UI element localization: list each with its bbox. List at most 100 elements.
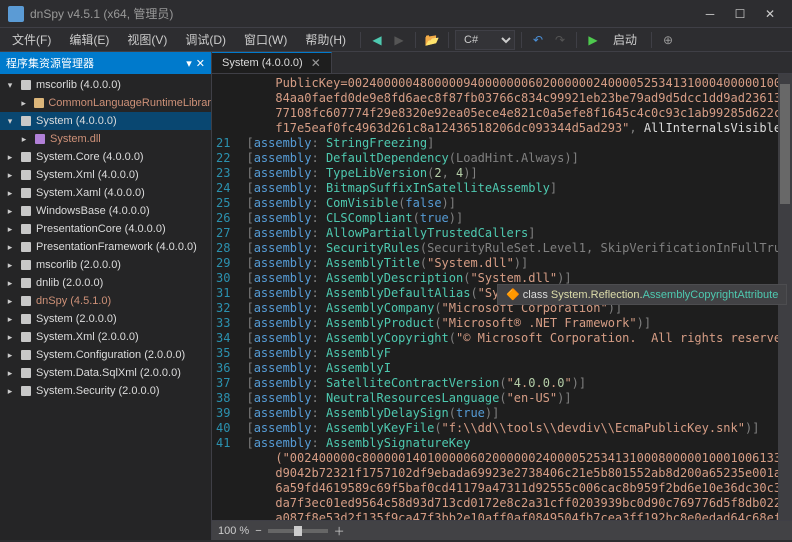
tree-twisty-icon[interactable]: ▸ [4,350,16,361]
tree-label: System.Security (2.0.0.0) [36,385,160,397]
assembly-icon [19,366,33,380]
code-editor[interactable]: 2122232425262728293031323334353637383940… [212,74,792,520]
tree-label: System.Configuration (2.0.0.0) [36,349,185,361]
tree-item[interactable]: ▸System.Xaml (4.0.0.0) [0,184,211,202]
minimize-button[interactable]: ─ [696,4,724,24]
tree-twisty-icon[interactable]: ▸ [4,152,16,163]
tree-twisty-icon[interactable]: ▸ [4,188,16,199]
assembly-icon [19,348,33,362]
menu-help[interactable]: 帮助(H) [297,29,354,50]
zoom-minus[interactable]: − [255,525,261,537]
tree-twisty-icon[interactable]: ▸ [4,206,16,217]
open-file-icon[interactable]: 📂 [422,30,442,50]
sidebar-title: 程序集资源管理器 [6,55,94,71]
tree-twisty-icon[interactable]: ▸ [4,314,16,325]
close-panel-icon[interactable]: ✕ [196,57,205,70]
assembly-icon [19,384,33,398]
tree-twisty-icon[interactable]: ▸ [4,170,16,181]
titlebar-text: dnSpy v4.5.1 (x64, 管理员) [30,5,696,22]
vertical-scrollbar[interactable] [778,74,792,520]
tree-label: CommonLanguageRuntimeLibrar [48,97,211,109]
tree-item[interactable]: ▸System.Data.SqlXml (2.0.0.0) [0,364,211,382]
module-icon [33,132,47,146]
tree-twisty-icon[interactable]: ▸ [4,332,16,343]
tab-label: System (4.0.0.0) [222,57,303,69]
tree-label: dnlib (2.0.0.0) [36,277,103,289]
editor-area: System (4.0.0.0) ✕ 212223242526272829303… [212,52,792,540]
tree-twisty-icon[interactable]: ▸ [4,242,16,253]
tree-item[interactable]: ▸System.Xml (4.0.0.0) [0,166,211,184]
assembly-icon [19,312,33,326]
tree-twisty-icon[interactable]: ▾ [4,80,16,91]
tree-label: System (2.0.0.0) [36,313,117,325]
redo-icon[interactable]: ↷ [550,30,570,50]
menu-debug[interactable]: 调试(D) [177,29,234,50]
tree-item[interactable]: ▸ WindowsBase (4.0.0.0) [0,202,211,220]
nav-back-button[interactable]: ◀ [367,30,387,50]
menu-window[interactable]: 窗口(W) [236,29,295,50]
editor-statusbar: 100 % − ＋ [212,520,792,540]
tree-label: dnSpy (4.5.1.0) [36,295,111,307]
tree-item[interactable]: ▸ System.Configuration (2.0.0.0) [0,346,211,364]
assembly-icon [19,222,33,236]
app-icon [8,6,24,22]
close-button[interactable]: ✕ [756,4,784,24]
tree-item[interactable]: ▸ dnlib (2.0.0.0) [0,274,211,292]
start-button[interactable]: 启动 [605,29,645,50]
menu-edit[interactable]: 编辑(E) [61,29,117,50]
tree-item[interactable]: ▸ dnSpy (4.5.1.0) [0,292,211,310]
code-content[interactable]: PublicKey=002400000480000094000000060200… [238,74,792,520]
tree-item[interactable]: ▸ System.Core (4.0.0.0) [0,148,211,166]
tree-item[interactable]: ▸PresentationCore (4.0.0.0) [0,220,211,238]
tree-twisty-icon[interactable]: ▸ [4,278,16,289]
separator [576,32,577,48]
line-gutter: 2122232425262728293031323334353637383940… [212,74,238,520]
assembly-explorer-sidebar: 程序集资源管理器 ▾ ✕ ▾ mscorlib (4.0.0.0) ▸ CommonL… [0,52,212,540]
tree-twisty-icon[interactable]: ▾ [4,116,16,127]
undo-icon[interactable]: ↶ [528,30,548,50]
separator [415,32,416,48]
nav-forward-button[interactable]: ▶ [389,30,409,50]
tree-label: System.Xml (2.0.0.0) [36,331,139,343]
tab-close-icon[interactable]: ✕ [311,56,321,70]
dropdown-icon[interactable]: ▾ [186,57,192,70]
tree-item[interactable]: ▸ System (2.0.0.0) [0,310,211,328]
maximize-button[interactable]: ☐ [726,4,754,24]
assembly-tree[interactable]: ▾ mscorlib (4.0.0.0) ▸ CommonLanguageRuntim… [0,74,211,540]
assembly-icon [19,204,33,218]
tree-item[interactable]: ▸ System.Security (2.0.0.0) [0,382,211,400]
menu-file[interactable]: 文件(F) [4,29,59,50]
tree-twisty-icon[interactable]: ▸ [18,134,30,145]
titlebar: dnSpy v4.5.1 (x64, 管理员) ─ ☐ ✕ [0,0,792,28]
tab-bar: System (4.0.0.0) ✕ [212,52,792,74]
toolbar-extra-icon[interactable]: ⊕ [658,30,678,50]
assembly-icon [19,168,33,182]
tree-twisty-icon[interactable]: ▸ [4,386,16,397]
tree-item[interactable]: ▾ System (4.0.0.0) [0,112,211,130]
tree-label: mscorlib (4.0.0.0) [36,79,121,91]
tree-twisty-icon[interactable]: ▸ [4,296,16,307]
tree-twisty-icon[interactable]: ▸ [4,224,16,235]
tree-twisty-icon[interactable]: ▸ [4,260,16,271]
language-select[interactable]: C# [455,30,515,50]
assembly-icon [19,330,33,344]
tree-twisty-icon[interactable]: ▸ [4,368,16,379]
tree-item[interactable]: ▸ System.Xml (2.0.0.0) [0,328,211,346]
tree-label: System.dll [50,133,101,145]
tree-item[interactable]: ▸mscorlib (2.0.0.0) [0,256,211,274]
tree-item[interactable]: ▾ mscorlib (4.0.0.0) [0,76,211,94]
tree-label: PresentationFramework (4.0.0.0) [36,241,197,253]
tree-twisty-icon[interactable]: ▸ [18,98,29,109]
tree-item[interactable]: ▸ PresentationFramework (4.0.0.0) [0,238,211,256]
separator [448,32,449,48]
tab-system[interactable]: System (4.0.0.0) ✕ [212,52,332,73]
menu-view[interactable]: 视图(V) [119,29,175,50]
tree-label: System (4.0.0.0) [36,115,117,127]
tree-item[interactable]: ▸ System.dll [0,130,211,148]
tree-label: System.Core (4.0.0.0) [36,151,144,163]
tree-item[interactable]: ▸ CommonLanguageRuntimeLibrar [0,94,211,112]
zoom-plus[interactable]: ＋ [334,523,345,539]
start-debug-icon[interactable]: ▶ [583,30,603,50]
zoom-slider[interactable] [268,529,328,533]
tree-label: WindowsBase (4.0.0.0) [36,205,150,217]
